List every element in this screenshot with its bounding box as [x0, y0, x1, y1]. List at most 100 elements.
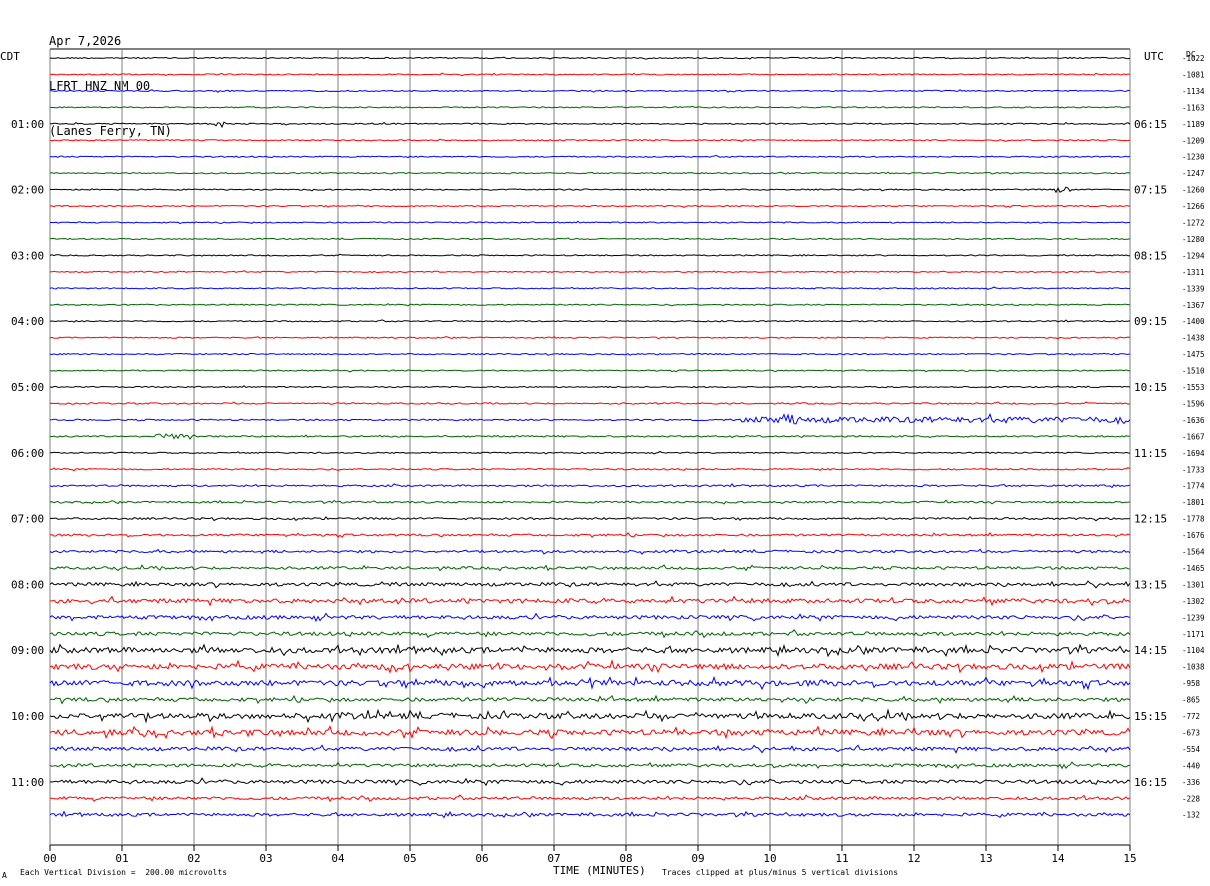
helicorder-chart: 00 01 02 03 04 05 06 07 08 09 10 11 12 13 14 15-1022-10…: [11, 48, 1205, 865]
dc-offset-label: -1339: [1182, 284, 1205, 293]
x-tick-label: 03: [259, 852, 272, 865]
right-hour-label: 12:15: [1134, 513, 1167, 526]
seismic-trace: [49, 253, 1131, 257]
dc-offset-label: -1230: [1182, 153, 1205, 162]
dc-offset-label: -1189: [1182, 120, 1205, 129]
x-tick-label: 11: [835, 852, 848, 865]
right-hour-label: 10:15: [1134, 381, 1167, 394]
x-tick-label: 00: [43, 852, 56, 865]
x-tick-label: 15: [1123, 852, 1136, 865]
dc-offset-label: -1564: [1182, 548, 1205, 557]
scale-note: Each Vertical Division = 200.00 microvol…: [20, 868, 228, 877]
dc-offset-label: -865: [1182, 696, 1200, 705]
left-hour-label: 01:00: [11, 118, 44, 131]
clip-note: Traces clipped at plus/minus 5 vertical …: [662, 868, 899, 877]
x-tick-label: 04: [331, 852, 345, 865]
seismic-trace: [49, 186, 1131, 194]
dc-offset-label: -1636: [1182, 416, 1205, 425]
seismic-trace: [49, 744, 1131, 754]
seismic-trace: [49, 708, 1131, 724]
dc-offset-label: -1367: [1182, 301, 1205, 310]
seismic-trace: [49, 56, 1131, 60]
seismic-trace: [49, 412, 1131, 426]
x-tick-label: 12: [907, 852, 920, 865]
seismic-trace: [49, 580, 1131, 589]
seismic-trace: [49, 694, 1131, 705]
seismic-trace: [49, 105, 1131, 109]
seismic-trace: [49, 482, 1131, 489]
seismic-trace: [49, 515, 1131, 522]
seismic-trace: [50, 794, 1131, 803]
dc-offset-label: -1733: [1182, 465, 1205, 474]
x-tick-label: 05: [403, 852, 416, 865]
dc-offset-label: -1301: [1182, 580, 1205, 589]
left-hour-label: 10:00: [11, 710, 44, 723]
seismic-trace: [49, 467, 1131, 472]
right-hour-label: 07:15: [1134, 184, 1167, 197]
seismic-trace: [49, 548, 1131, 555]
seismic-trace: [49, 369, 1131, 373]
dc-offset-label: -1247: [1182, 169, 1205, 178]
seismic-trace: [49, 450, 1131, 455]
dc-offset-label: -1596: [1182, 399, 1205, 408]
x-tick-label: 13: [979, 852, 992, 865]
seismic-trace: [49, 204, 1131, 208]
right-hour-label: 14:15: [1134, 644, 1167, 657]
left-hour-label: 02:00: [11, 184, 44, 197]
right-hour-label: 13:15: [1134, 578, 1167, 591]
left-hour-label: 05:00: [11, 381, 44, 394]
seismic-trace: [49, 352, 1131, 356]
dc-offset-label: -1104: [1182, 646, 1205, 655]
dc-offset-label: -1209: [1182, 136, 1205, 145]
seismic-trace: [50, 220, 1130, 225]
seismic-trace: [49, 658, 1131, 674]
right-hour-label: 16:15: [1134, 776, 1167, 789]
dc-offset-label: -1475: [1182, 350, 1205, 359]
seismic-trace: [49, 72, 1131, 77]
x-tick-label: 10: [763, 852, 776, 865]
left-hour-label: 11:00: [11, 776, 44, 789]
right-hour-label: 06:15: [1134, 118, 1167, 131]
right-hour-label: 09:15: [1134, 315, 1167, 328]
seismic-trace: [49, 532, 1131, 539]
x-tick-label: 09: [691, 852, 704, 865]
seismic-trace: [49, 564, 1131, 572]
seismic-trace: [49, 499, 1131, 505]
right-hour-label: 11:15: [1134, 447, 1167, 460]
right-hour-label: 08:15: [1134, 249, 1167, 262]
dc-offset-label: -1280: [1182, 235, 1205, 244]
seismic-trace: [49, 810, 1131, 819]
dc-offset-label: -132: [1182, 811, 1200, 820]
seismic-trace: [49, 385, 1131, 389]
seismic-trace: [49, 335, 1131, 340]
seismic-trace: [49, 286, 1131, 290]
dc-offset-label: -336: [1182, 778, 1201, 787]
dc-offset-label: -1694: [1182, 449, 1205, 458]
seismic-trace: [49, 154, 1131, 159]
x-tick-label: 01: [115, 852, 128, 865]
dc-offset-label: -1667: [1182, 432, 1205, 441]
dc-offset-label: -554: [1182, 745, 1201, 754]
dc-offset-label: -1239: [1182, 613, 1205, 622]
dc-offset-label: -1438: [1182, 334, 1205, 343]
dc-offset-label: -1302: [1182, 597, 1205, 606]
seismic-trace: [49, 612, 1131, 623]
dc-offset-label: -1022: [1182, 54, 1205, 63]
seismic-trace: [49, 303, 1131, 307]
seismic-trace: [49, 121, 1131, 129]
seismic-trace: [49, 138, 1131, 142]
x-axis-title: TIME (MINUTES): [553, 864, 646, 877]
dc-offset-label: -1260: [1182, 186, 1205, 195]
x-tick-label: 06: [475, 852, 488, 865]
dc-offset-label: -673: [1182, 728, 1200, 737]
seismic-trace: [49, 433, 1131, 440]
dc-offset-label: -1311: [1182, 268, 1205, 277]
dc-offset-label: -1553: [1182, 383, 1205, 392]
left-hour-label: 07:00: [11, 513, 44, 526]
seismic-trace: [49, 629, 1131, 639]
left-hour-label: 06:00: [11, 447, 44, 460]
dc-offset-label: -958: [1182, 679, 1201, 688]
seismic-trace: [49, 270, 1131, 274]
dc-offset-label: -1774: [1182, 482, 1205, 491]
dc-offset-label: -1465: [1182, 564, 1205, 573]
